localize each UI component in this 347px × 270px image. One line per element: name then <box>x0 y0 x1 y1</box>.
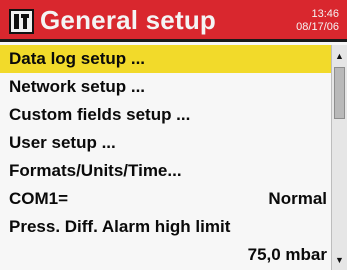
alarm-limit-value: 75,0 mbar <box>247 245 327 264</box>
menu-item-label: Press. Diff. Alarm high limit <box>9 217 231 236</box>
menu-item-label: Custom fields setup ... <box>9 105 191 124</box>
header-bar: General setup 13:46 08/17/06 <box>0 0 347 42</box>
setup-wrench-icon <box>9 9 34 34</box>
menu-item-user-setup[interactable]: User setup ... <box>0 129 331 157</box>
setup-screen: General setup 13:46 08/17/06 Data log se… <box>0 0 347 270</box>
menu-item-network-setup[interactable]: Network setup ... <box>0 73 331 101</box>
menu-item-label: User setup ... <box>9 133 116 152</box>
menu-item-custom-fields-setup[interactable]: Custom fields setup ... <box>0 101 331 129</box>
menu-item-label: Formats/Units/Time... <box>9 161 182 180</box>
page-title: General setup <box>40 5 216 35</box>
menu-item-label: Data log setup ... <box>9 49 146 68</box>
scroll-thumb[interactable] <box>334 67 345 119</box>
menu-item-formats-units-time[interactable]: Formats/Units/Time... <box>0 157 331 185</box>
scroll-up-icon[interactable]: ▲ <box>332 48 347 64</box>
menu-item-label: Network setup ... <box>9 77 146 96</box>
menu-item-press-diff-alarm-high-limit[interactable]: Press. Diff. Alarm high limit <box>0 213 331 241</box>
vertical-scrollbar[interactable]: ▲ ▼ <box>331 45 347 270</box>
clock-time: 13:46 <box>311 8 339 20</box>
settings-menu: Data log setup ... Network setup ... Cus… <box>0 45 331 270</box>
menu-item-label: COM1= <box>9 189 69 208</box>
menu-item-com1[interactable]: COM1= Normal <box>0 185 331 213</box>
com1-value: Normal <box>268 189 327 208</box>
scroll-down-icon[interactable]: ▼ <box>332 252 347 268</box>
menu-item-data-log-setup[interactable]: Data log setup ... <box>0 45 331 73</box>
clock-date: 08/17/06 <box>296 21 339 33</box>
